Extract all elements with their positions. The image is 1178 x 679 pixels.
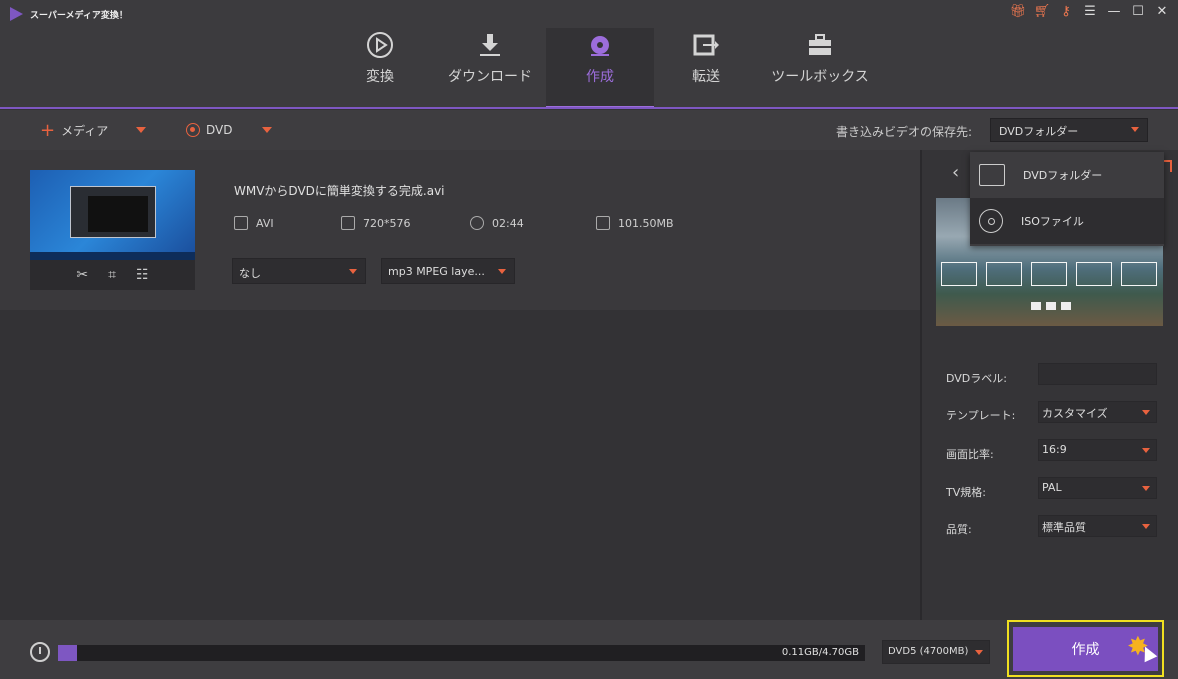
list-item[interactable]: ✂ ⌗ ☷ WMVからDVDに簡単変換する完成.avi AVI 720*576 …	[0, 150, 920, 310]
subtitle-select[interactable]: なし	[232, 258, 366, 284]
aspect-ratio-select[interactable]: 16:9	[1038, 439, 1157, 461]
file-size: 101.50MB	[596, 216, 674, 230]
chevron-down-icon	[1131, 127, 1139, 132]
tv-standard-label: TV規格:	[946, 486, 986, 499]
nav-download[interactable]: ダウンロード	[436, 28, 544, 108]
option-dvd-folder[interactable]: DVDフォルダー	[970, 152, 1164, 198]
chevron-left-icon[interactable]: ‹	[952, 162, 959, 183]
save-to-label: 書き込みビデオの保存先:	[835, 125, 972, 139]
chevron-down-icon[interactable]	[136, 127, 147, 133]
save-to-select[interactable]: DVDフォルダー	[990, 118, 1148, 142]
folder-icon	[596, 216, 610, 230]
capacity-fill	[58, 645, 77, 661]
template-select[interactable]: カスタマイズ	[1038, 401, 1157, 423]
nav-download-label: ダウンロード	[448, 69, 532, 85]
window-controls: 🎁︎ 🛒︎ ⚷ ☰ — ☐ ✕	[1010, 3, 1170, 19]
option-iso-file[interactable]: ISOファイル	[970, 198, 1164, 244]
transfer-icon	[652, 28, 760, 62]
nav-create-label: 作成	[586, 69, 614, 85]
chevron-down-icon	[498, 269, 506, 274]
prev-icon	[1046, 302, 1056, 310]
alarm-icon[interactable]	[30, 642, 50, 662]
thumbnail-tools: ✂ ⌗ ☷	[30, 260, 195, 290]
chevron-down-icon	[1142, 410, 1150, 415]
top-bar: スーパーメディア変換！ 🎁︎ 🛒︎ ⚷ ☰ — ☐ ✕ 変換 ダウンロード 作成	[0, 0, 1178, 108]
main-nav: 変換 ダウンロード 作成 転送 ツールボックス	[0, 28, 1178, 108]
nav-transfer[interactable]: 転送	[652, 28, 760, 108]
nav-toolbox[interactable]: ツールボックス	[766, 28, 874, 108]
create-button-highlight: 作成 ✸	[1007, 620, 1164, 677]
disc-icon	[546, 28, 654, 62]
quality-select[interactable]: 標準品質	[1038, 515, 1157, 537]
app-logo-icon	[10, 7, 23, 21]
gift-icon[interactable]: 🎁︎	[1010, 3, 1027, 19]
tv-standard-select[interactable]: PAL	[1038, 477, 1157, 499]
disc-type-select[interactable]: DVD5 (4700MB)	[882, 640, 990, 664]
chevron-down-icon	[349, 269, 357, 274]
save-to-dropdown-menu: DVDフォルダー ISOファイル	[970, 152, 1164, 246]
clock-icon	[470, 216, 484, 230]
add-media-button[interactable]: + メディア	[40, 110, 147, 150]
nav-underline	[0, 107, 1178, 109]
template-label: テンプレート:	[946, 409, 1016, 422]
chevron-down-icon	[1142, 524, 1150, 529]
home-icon	[1031, 302, 1041, 310]
dvd-source-label: DVD	[206, 123, 233, 137]
key-icon[interactable]: ⚷	[1058, 3, 1074, 19]
crop-icon[interactable]: ⌗	[108, 267, 116, 283]
chevron-down-icon[interactable]	[262, 127, 273, 133]
video-thumbnail[interactable]: ✂ ⌗ ☷	[30, 170, 195, 290]
file-format: AVI	[234, 216, 274, 230]
create-button-label: 作成	[1071, 642, 1100, 658]
bottom-bar: 0.11GB/4.70GB DVD5 (4700MB) 作成 ✸	[0, 620, 1178, 679]
file-resolution: 720*576	[341, 216, 411, 230]
minimize-icon[interactable]: —	[1106, 3, 1122, 19]
quality-label: 品質:	[946, 523, 972, 536]
dvd-label-input[interactable]	[1038, 363, 1157, 385]
save-to-value: DVDフォルダー	[999, 125, 1079, 138]
nav-create[interactable]: 作成	[546, 28, 654, 108]
disc-small-icon	[186, 123, 200, 137]
chevron-down-icon	[975, 650, 983, 655]
nav-convert[interactable]: 変換	[326, 28, 434, 108]
thumbnail-image	[30, 170, 195, 260]
folder-icon	[979, 164, 1005, 186]
nav-transfer-label: 転送	[692, 69, 720, 85]
menu-icon[interactable]: ☰	[1082, 3, 1098, 19]
add-media-label: メディア	[61, 123, 109, 138]
disc-icon	[979, 209, 1003, 233]
expand-icon	[341, 216, 355, 230]
dvd-source-button[interactable]: DVD	[186, 110, 273, 150]
download-icon	[436, 28, 544, 62]
aspect-ratio-label: 画面比率:	[946, 448, 994, 461]
file-list: ✂ ⌗ ☷ WMVからDVDに簡単変換する完成.avi AVI 720*576 …	[0, 150, 920, 620]
chevron-down-icon	[1142, 448, 1150, 453]
audio-track-select[interactable]: mp3 MPEG laye...	[381, 258, 515, 284]
dvd-label-label: DVDラベル:	[946, 372, 1007, 385]
scissors-icon[interactable]: ✂	[76, 267, 88, 283]
nav-toolbox-label: ツールボックス	[771, 69, 869, 85]
nav-convert-label: 変換	[366, 69, 394, 85]
file-name: WMVからDVDに簡単変換する完成.avi	[234, 184, 445, 198]
next-icon	[1061, 302, 1071, 310]
toolbox-icon	[766, 28, 874, 62]
maximize-icon[interactable]: ☐	[1130, 3, 1146, 19]
disc-capacity-bar: 0.11GB/4.70GB	[58, 645, 865, 661]
film-icon	[234, 216, 248, 230]
play-circle-icon	[326, 28, 434, 62]
file-duration: 02:44	[470, 216, 524, 230]
cart-icon[interactable]: 🛒︎	[1034, 3, 1051, 19]
capacity-text: 0.11GB/4.70GB	[781, 647, 859, 658]
chevron-down-icon	[1142, 486, 1150, 491]
close-icon[interactable]: ✕	[1154, 3, 1170, 19]
sliders-icon[interactable]: ☷	[136, 267, 149, 283]
plus-icon: +	[40, 119, 56, 141]
app-title: スーパーメディア変換！	[30, 11, 128, 21]
